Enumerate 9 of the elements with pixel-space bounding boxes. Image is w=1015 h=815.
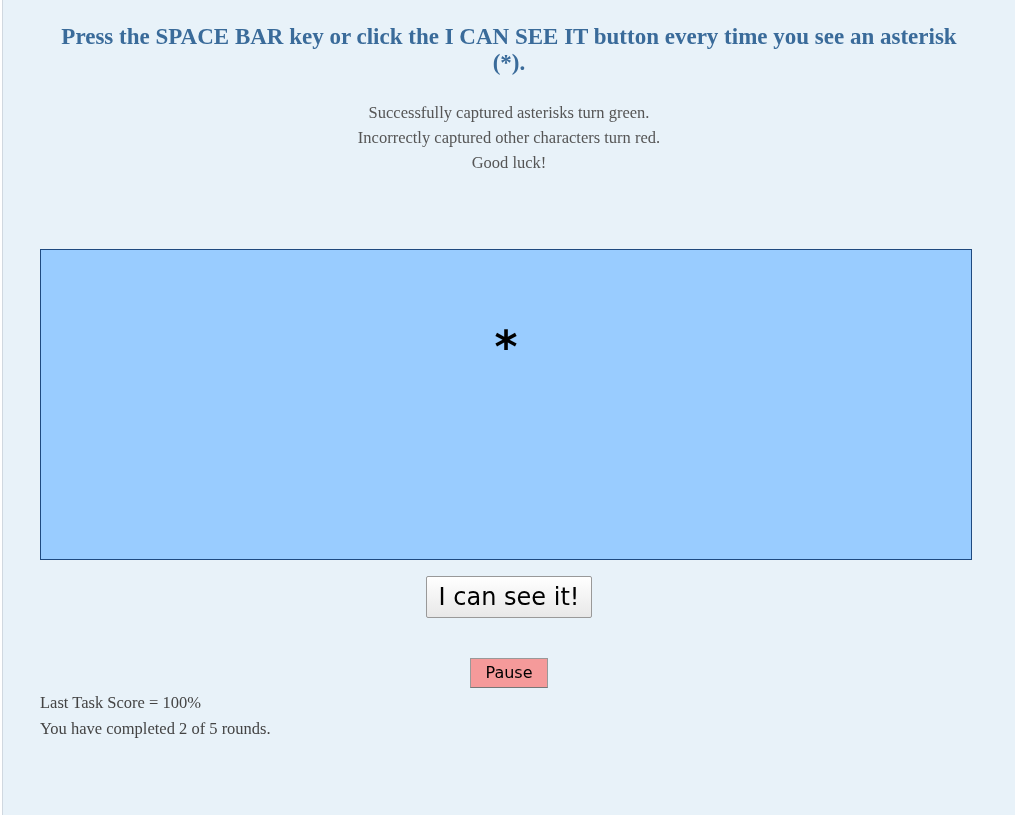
stimulus-character: * <box>494 320 518 369</box>
i-can-see-it-button[interactable]: I can see it! <box>425 576 593 618</box>
instruction-line: Good luck! <box>471 152 547 174</box>
pause-button[interactable]: Pause <box>470 658 548 688</box>
instruction-heading: Press the SPACE BAR key or click the I CAN SEE IT button every time you see an asterisk (*). <box>60 23 958 76</box>
status-text: You have completed 2 of 5 rounds. <box>40 719 271 738</box>
status-text: Last Task Score = 100% <box>40 693 201 712</box>
instruction-line: Successfully captured asterisks turn green. <box>368 102 650 124</box>
instruction-line: Incorrectly captured other characters turn red. <box>357 127 661 149</box>
